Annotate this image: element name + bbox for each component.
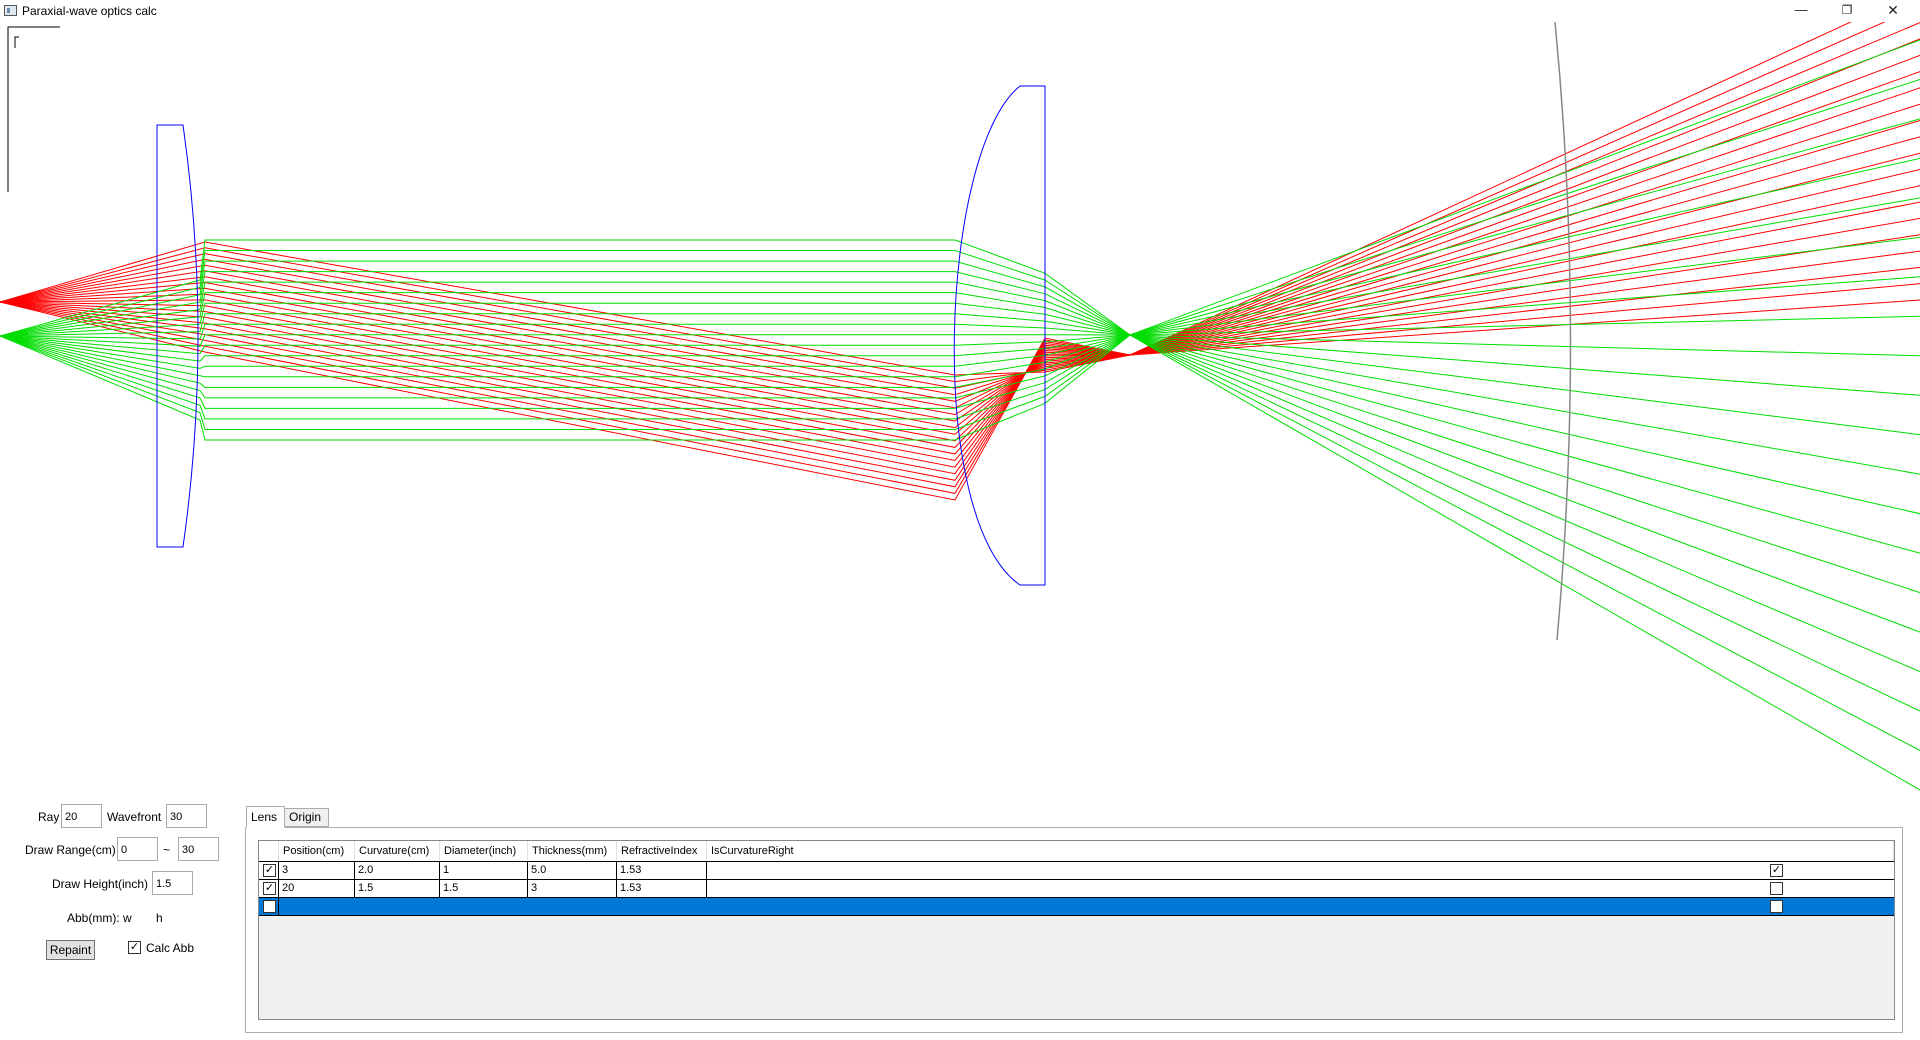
ray-diagram [0, 22, 1920, 791]
calc-abb-label: Calc Abb [146, 941, 195, 955]
abb-w-label: Abb(mm): w [67, 911, 132, 925]
window-title: Paraxial-wave optics calc [22, 4, 157, 18]
green-ray [0, 334, 1920, 475]
repaint-button[interactable]: Repaint [46, 940, 95, 960]
row-enabled-checkbox[interactable] [263, 900, 276, 913]
close-icon: ✕ [1887, 2, 1899, 18]
row-header: ✓ [259, 880, 279, 897]
frame-group [7, 22, 1572, 641]
green-ray [0, 334, 1920, 751]
grid-row-divider [259, 915, 1894, 916]
green-ray [0, 334, 1920, 515]
wavefront-input[interactable] [166, 804, 207, 828]
cell-refractive-index[interactable] [617, 898, 707, 915]
controls-panel: Ray Wavefront Draw Range(cm) ~ Draw Heig… [0, 796, 240, 1036]
draw-range-label: Draw Range(cm) [25, 843, 116, 857]
lens-1 [156, 124, 199, 548]
cell-position[interactable] [279, 898, 355, 915]
column-header-refractive-index[interactable]: RefractiveIndex [617, 841, 707, 861]
tab-origin[interactable]: Origin [284, 808, 329, 827]
row-enabled-checkbox[interactable]: ✓ [263, 882, 276, 895]
cell-is-curvature-right[interactable] [707, 898, 1894, 915]
draw-range-to-input[interactable] [178, 837, 219, 861]
draw-range-separator: ~ [163, 843, 171, 857]
cell-curvature[interactable]: 1.5 [355, 880, 440, 897]
table-row[interactable]: ✓ 3 2.0 1 5.0 1.53 ✓ [259, 861, 1894, 879]
ray-label: Ray [38, 810, 60, 824]
tab-content: Position(cm) Curvature(cm) Diameter(inch… [245, 827, 1903, 1033]
column-header-position[interactable]: Position(cm) [279, 841, 355, 861]
ray-group-green [0, 39, 1920, 791]
frame-corner-inner [14, 36, 19, 48]
green-ray [0, 334, 1920, 712]
close-button[interactable]: ✕ [1870, 0, 1916, 22]
column-header-diameter[interactable]: Diameter(inch) [440, 841, 528, 861]
cell-diameter[interactable]: 1 [440, 862, 528, 879]
table-row[interactable]: ✓ 20 1.5 1.5 3 1.53 [259, 879, 1894, 897]
cell-position[interactable]: 3 [279, 862, 355, 879]
cell-position[interactable]: 20 [279, 880, 355, 897]
red-ray [0, 299, 1920, 501]
lens-2 [953, 85, 1046, 586]
frame-corner [7, 26, 60, 192]
title-bar: Paraxial-wave optics calc — ❐ ✕ [0, 0, 1920, 22]
wavefront-label: Wavefront [107, 810, 162, 824]
abb-h-label: h [156, 911, 163, 925]
column-header-is-curvature-right[interactable]: IsCurvatureRight [707, 841, 1894, 861]
cell-thickness[interactable]: 5.0 [528, 862, 617, 879]
green-ray [0, 334, 1920, 633]
cell-curvature[interactable] [355, 898, 440, 915]
green-ray [0, 334, 1920, 436]
app-icon [4, 5, 17, 16]
is-curvature-right-checkbox[interactable]: ✓ [1770, 864, 1783, 877]
ray-input[interactable] [61, 804, 102, 828]
is-curvature-right-checkbox[interactable] [1770, 882, 1783, 895]
is-curvature-right-checkbox[interactable] [1770, 900, 1783, 913]
restore-icon: ❐ [1841, 3, 1853, 17]
draw-height-label: Draw Height(inch) [52, 877, 149, 891]
lens-group [156, 85, 1046, 586]
red-ray [0, 22, 1852, 376]
cell-is-curvature-right[interactable] [707, 880, 1894, 897]
tab-lens[interactable]: Lens [246, 806, 285, 828]
red-ray [0, 136, 1920, 435]
cell-curvature[interactable]: 2.0 [355, 862, 440, 879]
row-header-corner [259, 841, 279, 861]
green-ray [0, 334, 1920, 673]
minimize-icon: — [1794, 2, 1808, 17]
draw-height-input[interactable] [152, 871, 193, 895]
cell-thickness[interactable] [528, 898, 617, 915]
minimize-button[interactable]: — [1778, 0, 1824, 22]
screen-line [1554, 22, 1572, 641]
draw-range-from-input[interactable] [117, 837, 158, 861]
cell-thickness[interactable]: 3 [528, 880, 617, 897]
restore-button[interactable]: ❐ [1824, 0, 1870, 22]
cell-diameter[interactable]: 1.5 [440, 880, 528, 897]
lens-data-grid[interactable]: Position(cm) Curvature(cm) Diameter(inch… [258, 840, 1895, 1020]
cell-is-curvature-right[interactable]: ✓ [707, 862, 1894, 879]
column-header-curvature[interactable]: Curvature(cm) [355, 841, 440, 861]
cell-refractive-index[interactable]: 1.53 [617, 880, 707, 897]
row-header: ✓ [259, 862, 279, 879]
red-ray [0, 54, 1920, 402]
column-header-thickness[interactable]: Thickness(mm) [528, 841, 617, 861]
row-header [259, 898, 279, 915]
calc-abb-checkbox[interactable]: ✓ [128, 941, 141, 954]
green-ray [0, 334, 1920, 791]
optics-canvas[interactable] [0, 22, 1920, 792]
cell-refractive-index[interactable]: 1.53 [617, 862, 707, 879]
tab-panel: Lens Origin Position(cm) Curvature(cm) D… [245, 806, 1905, 1036]
row-enabled-checkbox[interactable]: ✓ [263, 864, 276, 877]
table-row-new[interactable] [259, 897, 1894, 915]
cell-diameter[interactable] [440, 898, 528, 915]
red-ray [0, 201, 1920, 462]
